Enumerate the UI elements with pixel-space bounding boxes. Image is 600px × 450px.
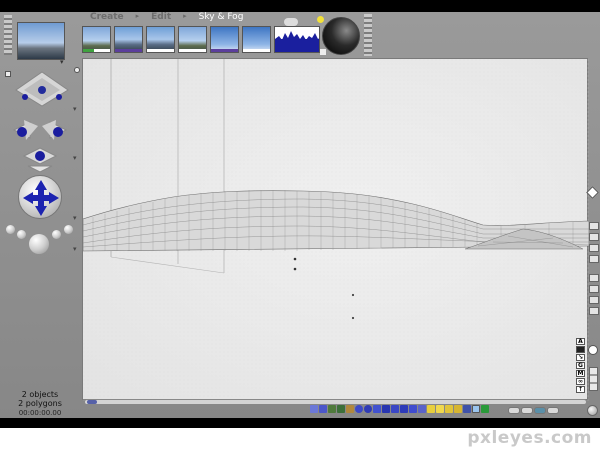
watermark-text: pxleyes.com bbox=[467, 428, 592, 448]
box-tool-icon[interactable] bbox=[310, 405, 318, 413]
pad-dropdown-icon[interactable]: ▾ bbox=[73, 105, 77, 113]
pad-dropdown-icon[interactable]: ▾ bbox=[73, 214, 77, 222]
menu-edit[interactable]: Edit bbox=[147, 12, 175, 24]
pad-dropdown-icon[interactable]: ▾ bbox=[73, 245, 77, 253]
sphere-tool-icon[interactable] bbox=[355, 405, 363, 413]
polygon-count: 2 polygons bbox=[18, 399, 62, 408]
palette-menu: Create ▸ Edit ▸ Sky & Fog bbox=[86, 12, 247, 24]
move-cross-icon[interactable] bbox=[18, 175, 62, 219]
select-material-icon[interactable]: M bbox=[576, 370, 585, 377]
side-tool-icon[interactable] bbox=[589, 222, 599, 230]
menu-sky-fog[interactable]: Sky & Fog bbox=[195, 12, 248, 24]
rewind-button[interactable] bbox=[508, 407, 520, 414]
sky-preset-thumb[interactable] bbox=[178, 26, 207, 53]
parallel-light-icon[interactable] bbox=[454, 405, 462, 413]
side-tool-icon[interactable] bbox=[589, 285, 599, 293]
forward-button[interactable] bbox=[547, 407, 559, 414]
edit-side-tools bbox=[589, 222, 599, 315]
footer: pxleyes.com bbox=[0, 428, 600, 450]
side-tool-icon[interactable] bbox=[589, 244, 599, 252]
side-tool-icon[interactable] bbox=[589, 233, 599, 241]
scene-status: 2 objects 2 polygons 00:00:00.00 bbox=[0, 390, 80, 418]
side-tool-icon[interactable] bbox=[589, 296, 599, 304]
select-path-icon[interactable]: ↘ bbox=[576, 354, 585, 361]
torus-tool-icon[interactable] bbox=[364, 405, 372, 413]
menu-arrow-icon: ▸ bbox=[183, 12, 187, 20]
spot-light-icon[interactable] bbox=[436, 405, 444, 413]
timeline-time: 00:00:00.00 bbox=[18, 409, 62, 417]
sky-preset-thumb[interactable] bbox=[114, 26, 143, 53]
trackball-pad-icon[interactable] bbox=[4, 112, 76, 176]
camera-tool-icon[interactable] bbox=[463, 405, 471, 413]
select-target-icon[interactable]: ↑ bbox=[576, 386, 585, 393]
play-button[interactable] bbox=[521, 407, 533, 414]
menu-arrow-icon: ▸ bbox=[135, 12, 140, 20]
cube-tool-icon[interactable] bbox=[391, 405, 399, 413]
pan-ball-icon[interactable] bbox=[17, 230, 26, 239]
square-light-icon[interactable] bbox=[445, 405, 453, 413]
side-tool-icon[interactable] bbox=[589, 274, 599, 282]
zoom-in-ball-icon[interactable] bbox=[64, 225, 73, 234]
flyaround-icon[interactable] bbox=[5, 71, 11, 77]
square-tool-icon[interactable] bbox=[418, 405, 426, 413]
selection-icons: A ↘ G M ∞ ↑ bbox=[576, 338, 585, 393]
select-all-icon[interactable]: A bbox=[576, 338, 585, 345]
side-tool-icon[interactable] bbox=[589, 307, 599, 315]
zoom-controls-icon[interactable] bbox=[589, 367, 598, 391]
camera-ball-icon[interactable] bbox=[29, 234, 49, 254]
select-solid-icon[interactable] bbox=[576, 346, 585, 353]
tree-tool-icon[interactable] bbox=[337, 405, 345, 413]
zoom-out-ball-icon[interactable] bbox=[6, 225, 15, 234]
pyramid-tool-icon[interactable] bbox=[400, 405, 408, 413]
render-sphere-icon[interactable] bbox=[322, 17, 360, 55]
plane-tool-icon[interactable] bbox=[319, 405, 327, 413]
wireframe-terrain bbox=[83, 59, 589, 401]
camera-pad-icon[interactable] bbox=[14, 70, 70, 110]
sun-icon[interactable] bbox=[317, 16, 324, 23]
rock-tool-icon[interactable] bbox=[346, 405, 354, 413]
side-tool-icon[interactable] bbox=[589, 255, 599, 263]
pad-dropdown-icon[interactable]: ▾ bbox=[73, 154, 77, 162]
terrain-tool-icon[interactable] bbox=[328, 405, 336, 413]
landscape-preview-icon[interactable] bbox=[17, 22, 65, 60]
pan-ball-icon[interactable] bbox=[52, 230, 61, 239]
picture-tool-icon[interactable] bbox=[472, 405, 480, 413]
bryce-app-window: Create ▸ Edit ▸ Sky & Fog ▾ ▾ ▾ ▾ ▾ 2 ob… bbox=[0, 12, 600, 418]
object-count: 2 objects bbox=[21, 390, 59, 399]
radial-light-icon[interactable] bbox=[427, 405, 435, 413]
sky-option-icon[interactable] bbox=[320, 49, 326, 55]
top-black-bar bbox=[0, 0, 600, 12]
record-button[interactable] bbox=[534, 407, 546, 414]
view-scroll-control[interactable] bbox=[4, 15, 12, 55]
view-globe-icon[interactable] bbox=[588, 345, 598, 355]
navigation-globe-icon[interactable] bbox=[587, 405, 598, 416]
select-link-icon[interactable]: ∞ bbox=[576, 378, 585, 385]
menu-create[interactable]: Create bbox=[86, 12, 128, 24]
sky-presets-row bbox=[82, 26, 320, 53]
cylinder-tool-icon[interactable] bbox=[373, 405, 381, 413]
sky-preset-thumb[interactable] bbox=[82, 26, 111, 53]
timeline-knob[interactable] bbox=[87, 400, 97, 404]
preview-dropdown-icon[interactable]: ▾ bbox=[60, 58, 64, 66]
cloud-icon[interactable] bbox=[284, 18, 298, 26]
library-tool-icon[interactable] bbox=[481, 405, 489, 413]
disk-tool-icon[interactable] bbox=[409, 405, 417, 413]
animation-controls bbox=[508, 407, 559, 414]
cone-tool-icon[interactable] bbox=[382, 405, 390, 413]
sky-scroll-control[interactable] bbox=[364, 14, 372, 56]
preview-options-icon[interactable] bbox=[74, 67, 80, 73]
sky-preset-thumb[interactable] bbox=[210, 26, 239, 53]
sky-histogram[interactable] bbox=[274, 26, 320, 53]
object-tools bbox=[310, 405, 489, 413]
sky-preset-thumb[interactable] bbox=[146, 26, 175, 53]
select-group-icon[interactable]: G bbox=[576, 362, 585, 369]
scene-viewport[interactable] bbox=[82, 58, 589, 401]
bottom-black-bar bbox=[0, 418, 600, 428]
sky-preset-thumb[interactable] bbox=[242, 26, 271, 53]
